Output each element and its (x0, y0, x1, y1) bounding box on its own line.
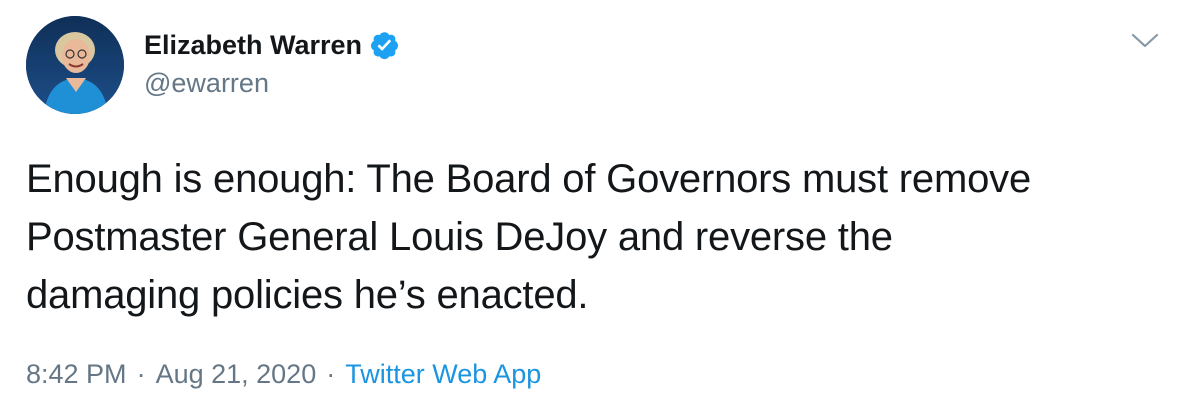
tweet-time[interactable]: 8:42 PM (26, 359, 127, 390)
meta-separator: · (326, 358, 336, 389)
tweet-card: Elizabeth Warren @ewarren Enough is enou… (0, 0, 1186, 418)
author-name[interactable]: Elizabeth Warren (144, 30, 362, 61)
author-block: Elizabeth Warren @ewarren (144, 26, 400, 99)
tweet-text: Enough is enough: The Board of Governors… (26, 157, 1031, 317)
avatar[interactable] (26, 16, 124, 114)
tweet-source-link[interactable]: Twitter Web App (345, 359, 541, 390)
chevron-down-icon[interactable] (1128, 30, 1162, 52)
author-handle[interactable]: @ewarren (144, 68, 400, 99)
name-row: Elizabeth Warren (144, 26, 400, 64)
verified-badge-icon (368, 29, 400, 61)
tweet-meta: 8:42 PM · Aug 21, 2020 · Twitter Web App (26, 356, 541, 392)
tweet-date[interactable]: Aug 21, 2020 (156, 359, 317, 390)
meta-separator: · (136, 358, 146, 389)
